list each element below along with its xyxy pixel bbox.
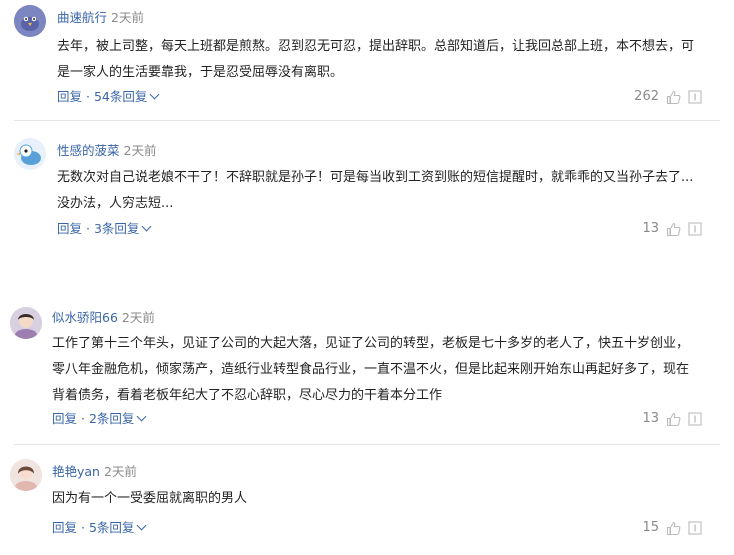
- comment-stats: 13: [642, 221, 702, 237]
- thumbs-up-icon[interactable]: [666, 222, 681, 237]
- username[interactable]: 艳艳yan: [52, 464, 100, 479]
- comment-meta: 似水骄阳66 2天前: [52, 310, 155, 326]
- separator: ·: [81, 520, 85, 535]
- avatar[interactable]: [10, 307, 42, 339]
- comment-item: 曲速航行 2天前 去年，被上司整，每天上班都是煎熬。忍到忍无可忍，提出辞职。总部知…: [0, 0, 734, 121]
- username[interactable]: 曲速航行: [57, 10, 107, 25]
- reply-button[interactable]: 回复: [57, 221, 82, 236]
- comment-text: 工作了第十三个年头，见证了公司的大起大落，见证了公司的转型，老板是七十多岁的老人…: [52, 336, 690, 403]
- like-count: 13: [642, 221, 659, 236]
- avatar[interactable]: [10, 459, 42, 491]
- thumbs-up-icon[interactable]: [666, 521, 681, 536]
- comment-time: 2天前: [123, 143, 157, 158]
- reply-button[interactable]: 回复: [52, 520, 77, 535]
- comment-time: 2天前: [103, 464, 137, 479]
- chevron-down-icon[interactable]: [136, 520, 147, 531]
- comment-item: 性感的菠菜 2天前 无数次对自己说老娘不干了！不辞职就是孙子！可是每当收到工资到账…: [0, 121, 734, 281]
- reply-button[interactable]: 回复: [52, 411, 77, 426]
- comment-time: 2天前: [111, 10, 144, 25]
- separator: ·: [86, 221, 90, 236]
- report-icon[interactable]: [688, 521, 702, 535]
- comment-text: 无数次对自己说老娘不干了！不辞职就是孙子！可是每当收到工资到账的短信提醒时，就乖…: [57, 170, 694, 211]
- comment-actions: 回复 · 54条回复: [57, 89, 160, 105]
- comment-meta: 艳艳yan 2天前: [52, 464, 137, 480]
- username[interactable]: 性感的菠菜: [57, 143, 120, 158]
- comment-actions: 回复 · 5条回复: [52, 520, 147, 536]
- avatar[interactable]: [14, 5, 46, 37]
- comment-meta: 曲速航行 2天前: [57, 10, 144, 26]
- like-count: 15: [642, 520, 659, 535]
- comment-item: 似水骄阳66 2天前 工作了第十三个年头，见证了公司的大起大落，见证了公司的转型，…: [0, 281, 734, 445]
- comment-item: 艳艳yan 2天前 因为有一个一受委屈就离职的男人 回复 · 5条回复 15: [0, 445, 734, 555]
- report-icon[interactable]: [688, 222, 702, 236]
- comment-text: 去年，被上司整，每天上班都是煎熬。忍到忍无可忍，提出辞职。总部知道后，让我回总部…: [57, 39, 695, 80]
- comment-text: 因为有一个一受委屈就离职的男人: [52, 491, 248, 506]
- comment-time: 2天前: [121, 310, 155, 325]
- report-icon[interactable]: [688, 412, 702, 426]
- username[interactable]: 似水骄阳66: [52, 310, 118, 325]
- replies-toggle[interactable]: 5条回复: [89, 520, 134, 535]
- comment-actions: 回复 · 3条回复: [57, 221, 152, 237]
- separator: ·: [86, 89, 90, 104]
- girl-photo-avatar-icon: [10, 307, 42, 339]
- woman-photo-avatar-icon: [10, 459, 42, 491]
- report-icon[interactable]: [688, 90, 702, 104]
- chevron-down-icon[interactable]: [141, 221, 152, 232]
- like-count: 262: [634, 89, 659, 104]
- chevron-down-icon[interactable]: [149, 89, 160, 100]
- like-count: 13: [642, 411, 659, 426]
- thumbs-up-icon[interactable]: [666, 412, 681, 427]
- comment-stats: 13: [642, 411, 702, 427]
- blue-bird-avatar-icon: [14, 5, 46, 37]
- comment-stats: 15: [642, 520, 702, 536]
- comment-actions: 回复 · 2条回复: [52, 411, 147, 427]
- comment-meta: 性感的菠菜 2天前: [57, 143, 156, 159]
- thumbs-up-icon[interactable]: [666, 90, 681, 105]
- reply-button[interactable]: 回复: [57, 89, 82, 104]
- avatar[interactable]: [14, 138, 46, 170]
- replies-toggle[interactable]: 54条回复: [94, 89, 147, 104]
- chevron-down-icon[interactable]: [136, 411, 147, 422]
- separator: ·: [81, 411, 85, 426]
- comment-stats: 262: [634, 89, 702, 105]
- cartoon-bird-avatar-icon: [14, 138, 46, 170]
- replies-toggle[interactable]: 2条回复: [89, 411, 134, 426]
- replies-toggle[interactable]: 3条回复: [94, 221, 139, 236]
